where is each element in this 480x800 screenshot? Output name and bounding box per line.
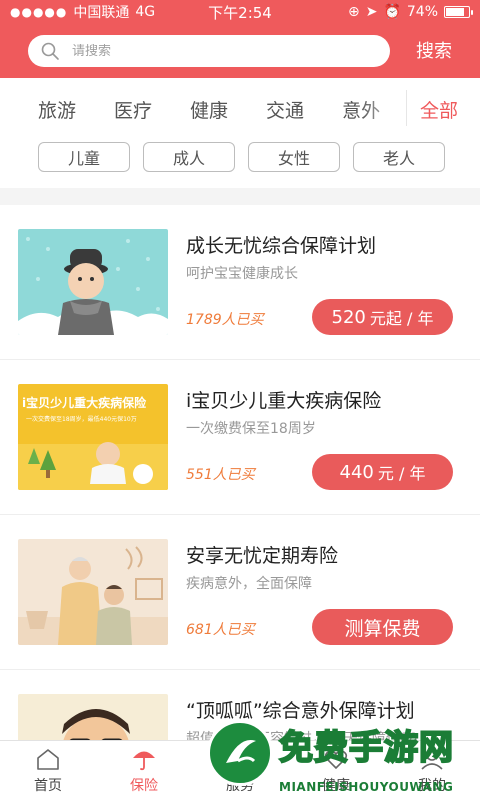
tag-women[interactable]: 女性 [248, 142, 340, 172]
product-title: i宝贝少儿重大疾病保险 [186, 390, 382, 412]
price-value: 520 [331, 306, 366, 328]
calculate-premium-button[interactable]: 测算保费 [312, 609, 453, 645]
price-button[interactable]: 440 元 / 年 [312, 454, 453, 490]
search-bar[interactable] [28, 35, 390, 67]
tab-label: 保险 [130, 778, 158, 794]
product-image-elderly-couple [18, 539, 168, 645]
search-icon [41, 42, 59, 60]
carrier-label: 中国联通 [73, 5, 130, 21]
bought-count: 681人已买 [186, 622, 255, 638]
search-button[interactable]: 搜索 [416, 37, 452, 63]
battery-fill [446, 8, 464, 16]
status-time: 下午2:54 [208, 3, 272, 22]
tab-label: 首页 [34, 778, 62, 794]
tab-service[interactable]: 服务 [192, 741, 288, 800]
product-image-cartoon [18, 694, 168, 740]
price-unit: 元 / 年 [377, 464, 426, 483]
alarm-icon: ⏰ [383, 4, 401, 20]
service-icon [230, 750, 250, 768]
product-item[interactable]: i宝贝少儿重大疾病保险 一次交费保至18周岁，最低440元保10万 i宝贝少儿重… [0, 360, 480, 515]
bought-count: 1789人已买 [186, 312, 264, 328]
banner-title: i宝贝少儿重大疾病保险 [22, 396, 147, 410]
product-list: 成长无忧综合保障计划 呵护宝宝健康成长 1789人已买 520 元起 / 年 i… [0, 205, 480, 740]
price-value: 440 [339, 461, 374, 483]
category-medical[interactable]: 医疗 [114, 96, 152, 126]
status-bar: ●●●●● 中国联通 4G 下午2:54 ⊕ ➤ ⏰ 74% [0, 0, 480, 24]
category-travel[interactable]: 旅游 [38, 96, 76, 126]
tab-mine[interactable]: 我的 [384, 741, 480, 800]
category-traffic[interactable]: 交通 [266, 96, 304, 126]
location-icon: ➤ [365, 4, 378, 20]
product-subtitle: 疾病意外，全面保障 [186, 576, 312, 592]
product-item[interactable]: “顶呱呱”综合意外保障计划 超值实惠，不容错过，30天保障仅88 [0, 670, 480, 740]
product-image-child-insurance: i宝贝少儿重大疾病保险 一次交费保至18周岁，最低440元保10万 [18, 384, 168, 490]
status-left: ●●●●● 中国联通 4G [10, 2, 155, 22]
product-title: “顶呱呱”综合意外保障计划 [186, 700, 415, 722]
rotation-lock-icon: ⊕ [347, 4, 360, 20]
product-item[interactable]: 成长无忧综合保障计划 呵护宝宝健康成长 1789人已买 520 元起 / 年 [0, 205, 480, 360]
bottom-tabbar: 首页 保险 服务 健康 我的 [0, 740, 480, 800]
signal-icon: ●●●●● [10, 5, 68, 19]
tab-label: 服务 [226, 778, 254, 794]
category-health[interactable]: 健康 [190, 96, 228, 126]
banner-subtitle: 一次交费保至18周岁，最低440元保10万 [26, 416, 137, 423]
audience-tags: 儿童 成人 女性 老人 [0, 142, 480, 172]
tab-insurance[interactable]: 保险 [96, 741, 192, 800]
tab-health[interactable]: 健康 [288, 741, 384, 800]
umbrella-icon [133, 751, 155, 771]
user-icon [421, 749, 443, 770]
home-icon [37, 749, 59, 770]
product-image-baby [18, 229, 168, 335]
price-button[interactable]: 520 元起 / 年 [312, 299, 453, 335]
battery-icon [444, 6, 473, 18]
product-subtitle: 呵护宝宝健康成长 [186, 266, 298, 282]
health-icon [324, 750, 348, 770]
category-fade [360, 90, 410, 130]
battery-percent: 74% [406, 4, 438, 20]
product-title: 安享无忧定期寿险 [186, 545, 339, 567]
price-unit: 元起 / 年 [369, 309, 434, 328]
product-item[interactable]: 安享无忧定期寿险 疾病意外，全面保障 681人已买 测算保费 [0, 515, 480, 670]
network-label: 4G [135, 4, 156, 20]
search-input[interactable] [72, 43, 352, 59]
category-all[interactable]: 全部 [405, 90, 458, 126]
category-tabs: 旅游 医疗 健康 交通 意外 [0, 96, 400, 126]
product-title: 成长无忧综合保障计划 [186, 235, 377, 257]
tab-home[interactable]: 首页 [0, 741, 96, 800]
product-subtitle: 超值实惠，不容错过，30天保障仅88 [186, 731, 418, 740]
tab-label: 我的 [418, 778, 446, 794]
product-subtitle: 一次缴费保至18周岁 [186, 421, 316, 437]
tag-elderly[interactable]: 老人 [353, 142, 445, 172]
tag-adult[interactable]: 成人 [143, 142, 235, 172]
status-right: ⊕ ➤ ⏰ 74% [347, 4, 473, 20]
tab-label: 健康 [322, 778, 350, 794]
tag-children[interactable]: 儿童 [38, 142, 130, 172]
category-panel: 旅游 医疗 健康 交通 意外 全部 儿童 成人 女性 老人 [0, 78, 480, 188]
bought-count: 551人已买 [186, 467, 255, 483]
app-header: ●●●●● 中国联通 4G 下午2:54 ⊕ ➤ ⏰ 74% 搜索 [0, 0, 480, 78]
